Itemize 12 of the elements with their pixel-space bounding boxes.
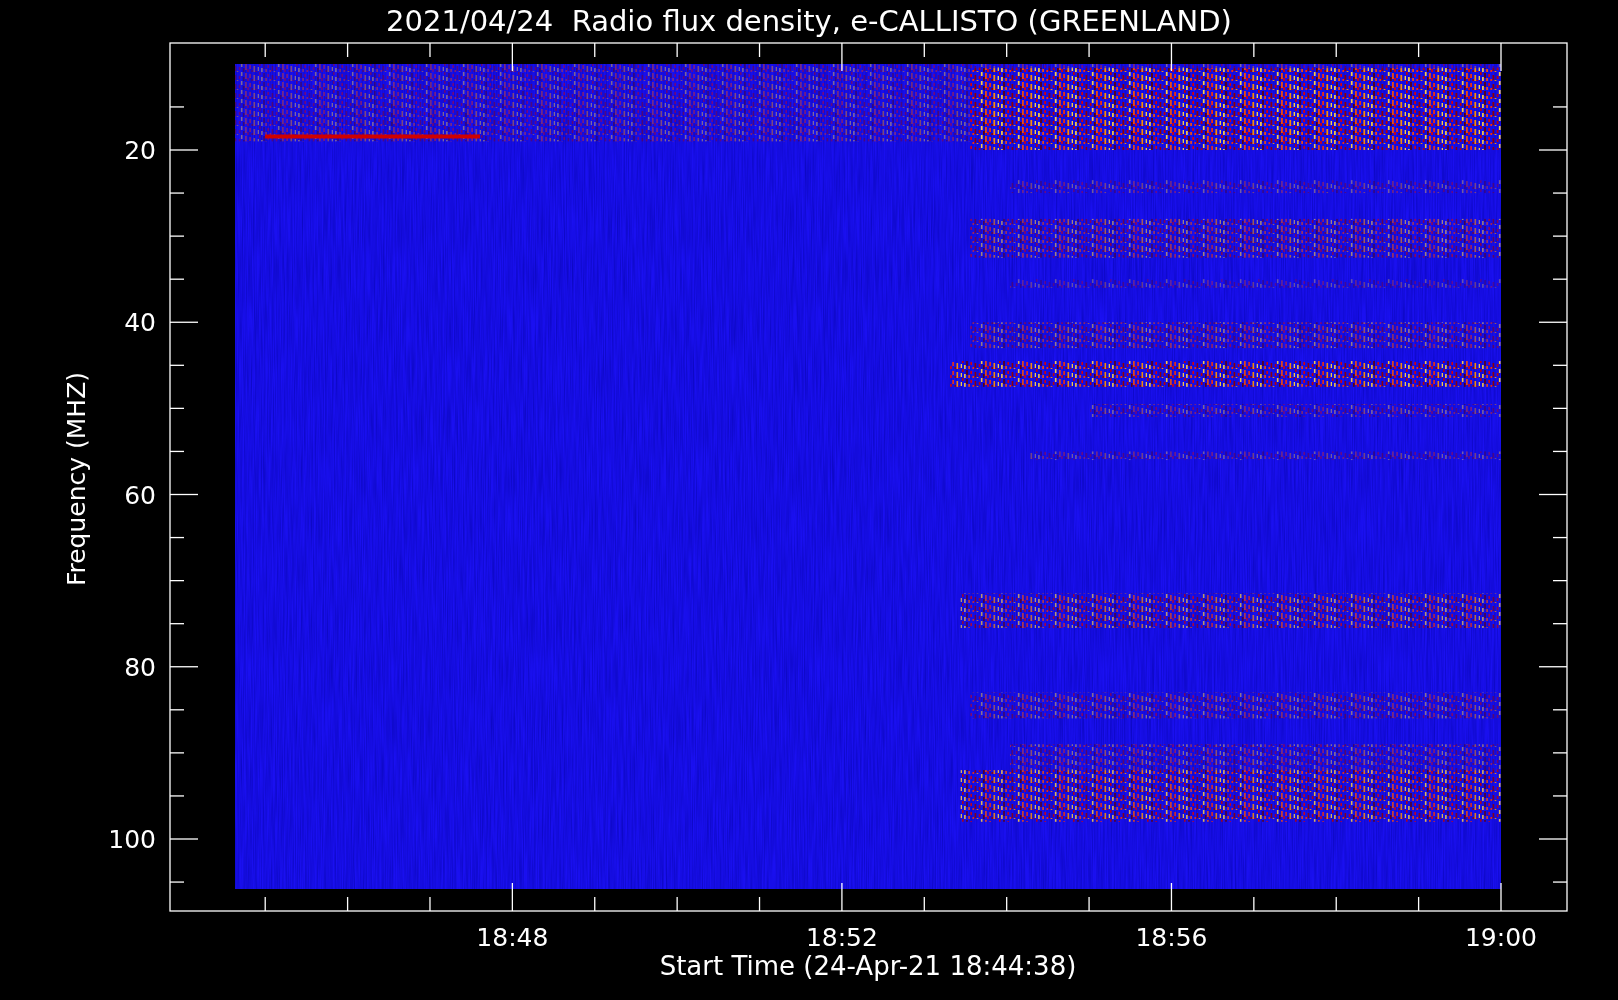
x-axis-label: Start Time (24-Apr-21 18:44:38) bbox=[659, 951, 1077, 981]
chart-title: 2021/04/24 Radio flux density, e-CALLISTO (GREENLAND) bbox=[386, 4, 1232, 38]
y-tick-label: 60 bbox=[124, 480, 156, 510]
y-tick-label: 80 bbox=[124, 652, 156, 682]
y-axis-label: Frequency (MHZ) bbox=[62, 371, 91, 587]
y-tick-label: 20 bbox=[124, 136, 156, 165]
y-tick-label: 100 bbox=[108, 825, 156, 854]
y-tick-label: 40 bbox=[124, 308, 156, 338]
x-tick-label: 19:00 bbox=[1465, 923, 1537, 952]
x-tick-label: 18:56 bbox=[1135, 923, 1208, 952]
x-tick-label: 18:52 bbox=[805, 923, 878, 952]
x-tick-label: 18:48 bbox=[476, 923, 549, 952]
